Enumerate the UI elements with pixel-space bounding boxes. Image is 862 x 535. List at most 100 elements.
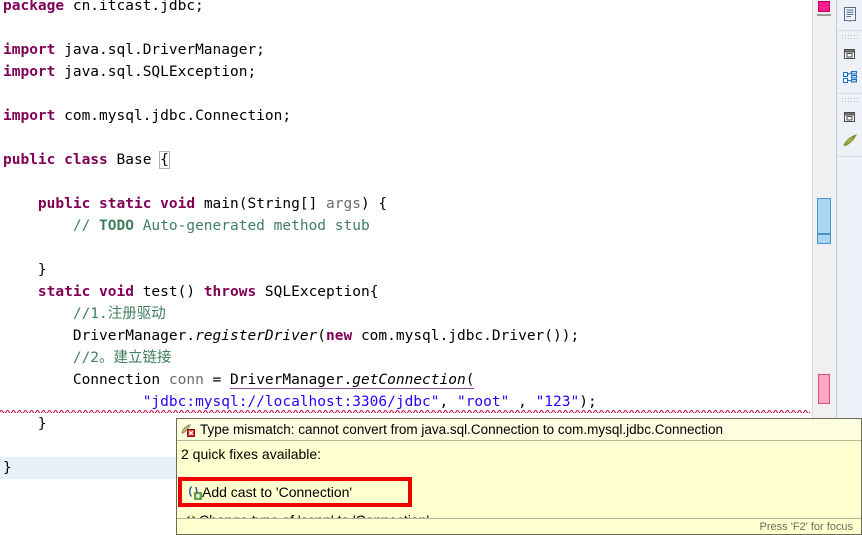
code-token-p: =: [203, 372, 230, 388]
code-line[interactable]: [0, 237, 812, 259]
code-token-p: com.mysql.jdbc.Connection;: [55, 108, 292, 124]
code-line[interactable]: import java.sql.SQLException;: [0, 61, 812, 83]
code-line[interactable]: // TODO Auto-generated method stub: [0, 215, 812, 237]
code-line[interactable]: import java.sql.DriverManager;: [0, 39, 812, 61]
javadoc-view-icon[interactable]: [839, 129, 861, 151]
code-token-p: }: [37, 416, 47, 432]
quick-fix-header: 2 quick fixes available:: [177, 441, 861, 467]
error-marker-current[interactable]: [818, 374, 830, 404]
code-token-todo: TODO: [99, 218, 134, 234]
code-token-p: SQLException{: [256, 284, 379, 300]
code-line[interactable]: [0, 83, 812, 105]
code-token-kw: void: [99, 284, 134, 300]
quick-fix-hover-popup[interactable]: Type mismatch: cannot convert from java.…: [176, 418, 862, 535]
code-token-kw: static: [37, 284, 91, 300]
code-line[interactable]: //2。建立链接: [0, 347, 812, 369]
package-explorer-icon[interactable]: [839, 66, 861, 88]
code-token-p: [90, 196, 99, 212]
code-token-p: java.sql.SQLException;: [55, 64, 257, 80]
fast-view-group-2: [837, 94, 862, 157]
code-token-kw: new: [326, 328, 353, 344]
code-line[interactable]: [0, 127, 812, 149]
code-token-cursor: {: [159, 151, 170, 169]
code-token-ulmth: getConnection: [352, 372, 466, 389]
error-squiggle-underline: [0, 409, 812, 413]
code-token-mth: registerDriver: [195, 328, 318, 344]
outline-view-icon[interactable]: [839, 3, 861, 25]
thumb-divider: [817, 233, 831, 235]
code-token-p: ,: [439, 394, 457, 410]
restore-view-icon[interactable]: [839, 106, 861, 128]
code-token-p: main(String[]: [195, 196, 327, 212]
quick-fix-item-label[interactable]: Add cast to 'Connection': [202, 484, 352, 500]
code-token-kw: package: [3, 0, 65, 14]
code-token-kw: import: [3, 42, 56, 58]
code-token-loc: conn: [168, 372, 204, 388]
code-token-str: "jdbc:mysql://localhost:3306/jdbc": [142, 394, 440, 410]
code-token-cmt: //: [72, 218, 100, 234]
code-line[interactable]: public class Base {: [0, 149, 812, 171]
code-token-kw: void: [160, 196, 196, 212]
error-marker-icon: [180, 422, 196, 438]
code-line[interactable]: DriverManager.registerDriver(new com.mys…: [0, 325, 812, 347]
code-token-p: }: [37, 262, 47, 278]
quick-fix-item-add-cast[interactable]: Add cast to 'Connection': [178, 477, 412, 507]
code-line[interactable]: //1.注册驱动: [0, 303, 812, 325]
code-token-p: ) {: [360, 196, 388, 212]
error-marker-top[interactable]: [818, 1, 830, 12]
code-token-p: DriverManager.: [72, 328, 196, 344]
code-token-p: [151, 196, 160, 212]
code-token-cmt: Auto-generated method stub: [133, 218, 370, 234]
code-token-kw: throws: [203, 284, 257, 300]
error-message-text: Type mismatch: cannot convert from java.…: [200, 422, 723, 437]
code-token-p: );: [579, 394, 597, 410]
drag-grip[interactable]: [841, 34, 858, 41]
code-token-kw: static: [99, 196, 152, 212]
code-line[interactable]: public static void main(String[] args) {: [0, 193, 812, 215]
code-token-cmt: //1.注册驱动: [72, 306, 166, 322]
code-token-str: "123": [535, 394, 580, 410]
code-line[interactable]: static void test() throws SQLException{: [0, 281, 812, 303]
code-token-kw: public: [3, 152, 56, 168]
code-line[interactable]: }: [0, 259, 812, 281]
code-token-kw: public: [37, 196, 91, 212]
code-token-str: "root": [456, 394, 510, 410]
code-line[interactable]: Connection conn = DriverManager.getConne…: [0, 369, 812, 391]
fast-view-group-0: [837, 0, 862, 31]
fast-view-group-1: [837, 31, 862, 94]
code-line[interactable]: package cn.itcast.jdbc;: [0, 0, 812, 17]
code-token-p: (: [317, 328, 327, 344]
code-line[interactable]: [0, 171, 812, 193]
code-token-p: java.sql.DriverManager;: [55, 42, 265, 58]
code-token-p: Connection: [72, 372, 169, 388]
error-message-row: Type mismatch: cannot convert from java.…: [177, 419, 861, 441]
drag-grip[interactable]: [841, 97, 858, 104]
code-token-kw: import: [3, 108, 56, 124]
code-line[interactable]: [0, 17, 812, 39]
code-token-p: cn.itcast.jdbc;: [64, 0, 204, 14]
add-cast-icon: [186, 484, 202, 500]
code-lines[interactable]: package cn.itcast.jdbc; import java.sql.D…: [0, 0, 812, 479]
restore-view-icon[interactable]: [839, 43, 861, 65]
code-token-p: com.mysql.jdbc.Driver());: [352, 328, 580, 344]
ruler-divider: [817, 14, 831, 16]
eclipse-java-editor-window: package cn.itcast.jdbc; import java.sql.D…: [0, 0, 862, 535]
visible-range-thumb[interactable]: [817, 198, 831, 244]
code-token-p: ,: [509, 394, 536, 410]
code-token-kw: import: [3, 64, 56, 80]
code-line[interactable]: import com.mysql.jdbc.Connection;: [0, 105, 812, 127]
code-token-kw: class: [64, 152, 108, 168]
code-token-cmt: //2。建立链接: [72, 350, 172, 366]
code-token-loc: args: [326, 196, 361, 212]
code-token-p: [90, 284, 99, 300]
